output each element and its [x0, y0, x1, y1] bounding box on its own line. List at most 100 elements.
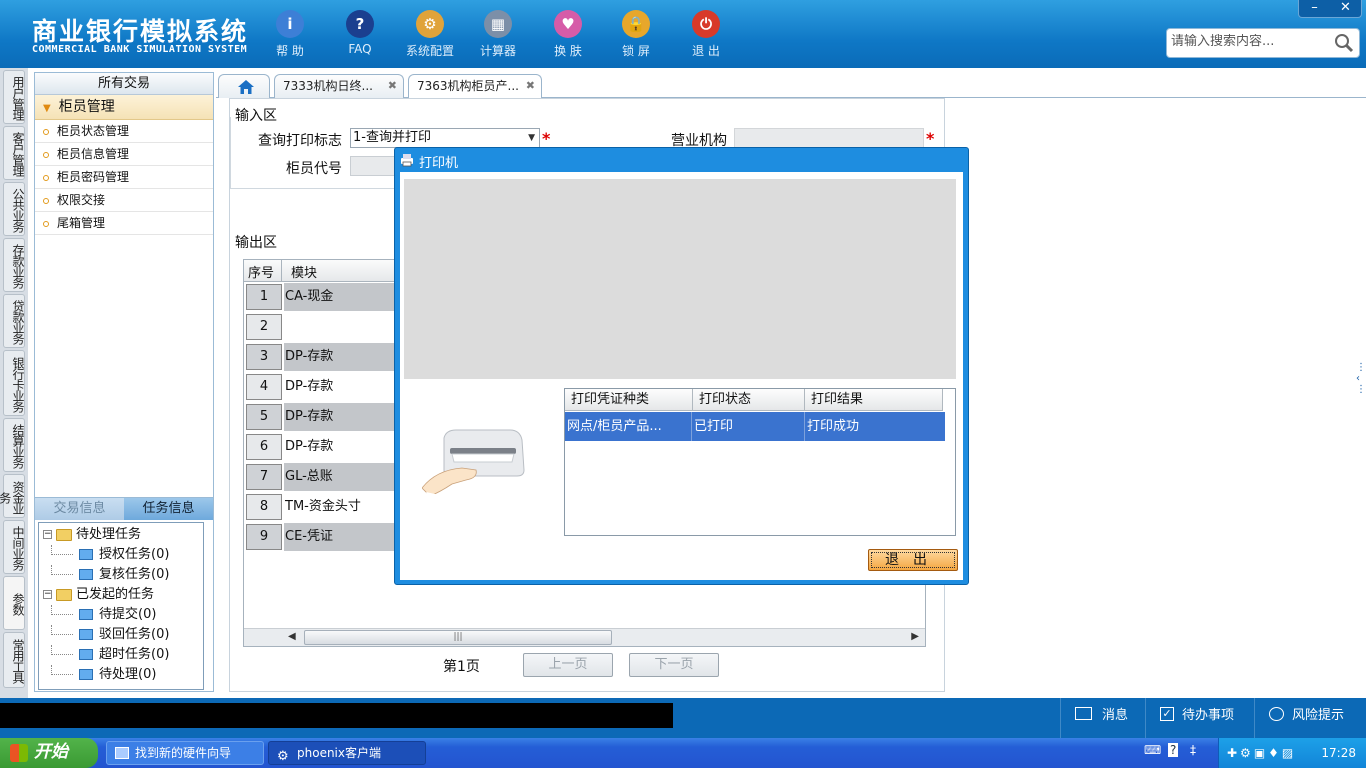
row-number[interactable]: 2 [246, 314, 282, 340]
sidebar-group[interactable]: ▼ 柜员管理 [35, 95, 213, 120]
toolbar-button-exit[interactable]: ⏻ 退 出 [674, 8, 738, 59]
row-number[interactable]: 8 [246, 494, 282, 520]
vnav-tab-3[interactable]: 存款业务 [3, 238, 25, 292]
close-tab-icon[interactable]: ✖ [526, 75, 535, 97]
query-flag-select[interactable]: 1-查询并打印 ▼ [350, 128, 540, 148]
tree-leaf[interactable]: 待处理(0) [41, 665, 203, 685]
row-number[interactable]: 1 [246, 284, 282, 310]
app-icon: ⚙ [277, 749, 289, 764]
sidebar-item-3[interactable]: 权限交接 [35, 189, 213, 212]
collapse-icon[interactable]: − [43, 530, 52, 539]
vnav-tab-4[interactable]: 贷款业务 [3, 294, 25, 348]
messages-button[interactable]: 消息 [1060, 698, 1140, 738]
toolbar-button-skin[interactable]: ♥ 换 肤 [536, 8, 600, 59]
scroll-thumb[interactable]: ||| [304, 630, 612, 645]
vnav-tab-8[interactable]: 中间业务 [3, 520, 25, 574]
vnav-tab-1[interactable]: 客户管理 [3, 126, 25, 180]
tree-leaf[interactable]: 待提交(0) [41, 605, 203, 625]
toolbar-button-help[interactable]: i 帮 助 [258, 8, 322, 59]
toolbar-button-lock[interactable]: 🔒 锁 屏 [604, 8, 668, 59]
next-page-button[interactable]: 下一页 [629, 653, 719, 677]
tree-line [51, 645, 73, 655]
search-icon[interactable] [1333, 32, 1355, 54]
tree-leaf[interactable]: 驳回任务(0) [41, 625, 203, 645]
col-module[interactable]: 模块 [291, 262, 317, 281]
row-number[interactable]: 9 [246, 524, 282, 550]
grid-row[interactable]: 网点/柜员产品... 已打印 打印成功 [565, 412, 945, 441]
tree-leaf[interactable]: 超时任务(0) [41, 645, 203, 665]
tab-transaction-info[interactable]: 交易信息 [35, 498, 124, 520]
dropdown-arrow-icon[interactable]: ▼ [528, 129, 535, 147]
sidebar-item-4[interactable]: 尾箱管理 [35, 212, 213, 235]
tab-7363[interactable]: 7363机构柜员产... ✖ [408, 74, 542, 98]
printer-dialog: 打印机 打印凭证种类 打印状态 打印结果 网点/柜员产品... 已打印 打印成功… [394, 147, 969, 585]
task-hardware-wizard[interactable]: 找到新的硬件向导 [106, 741, 264, 765]
sidebar-header[interactable]: 所有交易 [35, 73, 213, 95]
org-field[interactable] [734, 128, 924, 148]
search-box [1166, 28, 1360, 58]
tab-task-info[interactable]: 任务信息 [124, 498, 213, 520]
vnav-tab-6[interactable]: 结算业务 [3, 418, 25, 472]
close-button[interactable]: ✕ [1330, 0, 1361, 17]
tab-home[interactable] [218, 74, 270, 98]
row-number[interactable]: 5 [246, 404, 282, 430]
sidebar-item-0[interactable]: 柜员状态管理 [35, 120, 213, 143]
vnav-tab-9[interactable]: 参数 [3, 576, 25, 630]
toolbar-button-system-config[interactable]: ⚙ 系统配置 [398, 8, 462, 59]
ime-icon[interactable]: ‡ [1190, 743, 1196, 757]
col-print-status[interactable]: 打印状态 [693, 389, 805, 411]
search-input[interactable] [1171, 34, 1331, 49]
tree-node-started[interactable]: − 已发起的任务 [41, 585, 203, 605]
vnav-tab-5[interactable]: 银行卡业务 [3, 350, 25, 416]
keyboard-icon[interactable]: ⌨ [1144, 743, 1161, 757]
tree-leaf-label: 驳回任务(0) [99, 627, 170, 642]
col-print-result[interactable]: 打印结果 [805, 389, 943, 411]
tree-node-label: 待处理任务 [76, 527, 142, 542]
sidebar-item-2[interactable]: 柜员密码管理 [35, 166, 213, 189]
row-number[interactable]: 4 [246, 374, 282, 400]
horizontal-scrollbar[interactable]: ◀ ||| ▶ [244, 628, 925, 646]
task-phoenix-client[interactable]: ⚙ phoenix客户端 [268, 741, 426, 765]
tree-leaf[interactable]: 复核任务(0) [41, 565, 203, 585]
row-number[interactable]: 3 [246, 344, 282, 370]
lock-icon: 🔒 [622, 10, 650, 38]
toolbar-button-calculator[interactable]: ▦ 计算器 [466, 8, 530, 59]
prev-page-button[interactable]: 上一页 [523, 653, 613, 677]
cell-print-result: 打印成功 [807, 419, 860, 434]
toolbar-label: 计算器 [479, 44, 516, 58]
tray-app-icons[interactable]: ✚⚙▣♦▨ [1227, 738, 1296, 768]
status-message-area [0, 703, 673, 728]
vnav-tab-2[interactable]: 公共业务 [3, 182, 25, 236]
sidebar-item-1[interactable]: 柜员信息管理 [35, 143, 213, 166]
help-tray-icon[interactable]: ? [1168, 743, 1179, 757]
tab-7333[interactable]: 7333机构日终... ✖ [274, 74, 404, 98]
toolbar-label: 退 出 [692, 44, 720, 58]
scroll-left-icon[interactable]: ◀ [288, 631, 296, 642]
row-number[interactable]: 7 [246, 464, 282, 490]
start-button[interactable]: 开始 [0, 738, 98, 768]
row-number[interactable]: 6 [246, 434, 282, 460]
vnav-tab-7[interactable]: 资金业务 [0, 474, 25, 518]
todo-button[interactable]: ✓ 待办事项 [1145, 698, 1245, 738]
close-tab-icon[interactable]: ✖ [388, 75, 397, 97]
tree-leaf[interactable]: 授权任务(0) [41, 545, 203, 565]
checkbox-icon: ✓ [1160, 706, 1174, 721]
toolbar-button-faq[interactable]: ? FAQ [328, 8, 392, 56]
tree-leaf-label: 复核任务(0) [99, 567, 170, 582]
folder-icon [56, 588, 72, 601]
vnav-tab-0[interactable]: 用户管理 [3, 70, 25, 124]
minimize-button[interactable]: – [1299, 0, 1330, 17]
vnav-tab-10[interactable]: 常用工具 [3, 632, 25, 688]
collapse-icon[interactable]: − [43, 590, 52, 599]
col-no[interactable]: 序号 [248, 262, 274, 281]
faq-icon: ? [346, 10, 374, 38]
scroll-right-icon[interactable]: ▶ [911, 631, 919, 642]
tree-node-pending[interactable]: − 待处理任务 [41, 525, 203, 545]
task-label: 找到新的硬件向导 [135, 746, 232, 760]
risk-alert-button[interactable]: 风险提示 [1254, 698, 1366, 738]
collapse-handle-icon[interactable]: ⋮ ‹ ⋮ [1356, 362, 1366, 406]
exit-button[interactable]: 退出 [868, 549, 958, 571]
teller-label: 柜员代号 [286, 161, 342, 177]
col-voucher-type[interactable]: 打印凭证种类 [565, 389, 693, 411]
teller-field[interactable] [350, 156, 400, 176]
